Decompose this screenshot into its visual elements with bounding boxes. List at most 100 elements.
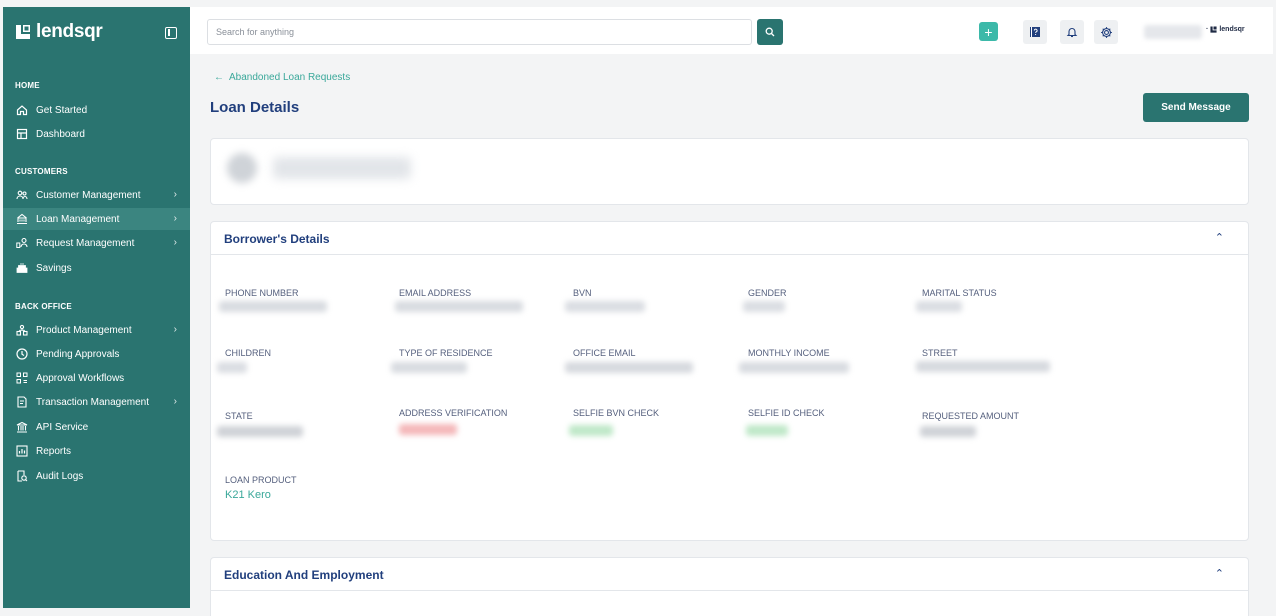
logo[interactable]: lendsqr <box>15 21 103 43</box>
sidebar-item-reports[interactable]: Reports <box>3 440 190 462</box>
field-address-verification: ADDRESS VERIFICATION <box>399 408 507 418</box>
field-label: PHONE NUMBER <box>225 288 299 298</box>
redacted-value <box>395 301 523 312</box>
sidebar-item-label: Product Management <box>36 324 132 336</box>
field-label: SELFIE BVN CHECK <box>573 408 660 418</box>
profile-name-redacted[interactable] <box>1144 25 1202 39</box>
sidebar-item-label: Savings <box>36 262 72 274</box>
user-summary-card <box>210 138 1249 205</box>
sidebar: lendsqr HOME Get Started Dashboard CUSTO… <box>3 7 190 608</box>
users-icon <box>16 189 28 201</box>
chevron-right-icon: › <box>173 189 177 200</box>
redacted-value <box>920 426 976 437</box>
sidebar-item-get-started[interactable]: Get Started <box>3 99 190 121</box>
chevron-right-icon: › <box>173 237 177 248</box>
dot-icon: · <box>1206 26 1209 33</box>
profile-brand[interactable]: · lendsqr <box>1206 26 1245 33</box>
clock-icon <box>16 348 28 360</box>
gear-icon <box>1100 26 1112 38</box>
field-label: CHILDREN <box>225 348 272 358</box>
sidebar-item-savings[interactable]: Savings <box>3 257 190 279</box>
audit-icon <box>16 470 28 482</box>
chevron-up-icon[interactable]: ⌃ <box>1215 231 1224 244</box>
redacted-value <box>565 362 693 373</box>
back-link[interactable]: ← Abandoned Loan Requests <box>214 72 350 83</box>
education-employment-card: Education And Employment ⌃ <box>210 557 1249 616</box>
field-label: LOAN PRODUCT <box>225 475 297 485</box>
field-email-address: EMAIL ADDRESS <box>399 288 471 298</box>
add-button[interactable]: + <box>979 22 998 41</box>
field-selfie-bvn-check: SELFIE BVN CHECK <box>573 408 659 418</box>
redacted-value <box>217 362 247 373</box>
field-label: GENDER <box>748 288 787 298</box>
loan-icon <box>16 213 28 225</box>
arrow-left-icon: ← <box>214 72 224 83</box>
sidebar-item-customer-management[interactable]: Customer Management › <box>3 184 190 206</box>
status-badge-redacted <box>569 425 613 436</box>
field-label: ADDRESS VERIFICATION <box>399 408 508 418</box>
borrower-details-card: Borrower's Details ⌃ PHONE NUMBER EMAIL … <box>210 221 1249 541</box>
status-badge-redacted <box>746 425 788 436</box>
chevron-up-icon[interactable]: ⌃ <box>1215 567 1224 580</box>
search-button[interactable] <box>757 19 783 45</box>
sidebar-item-api-service[interactable]: API Service <box>3 416 190 438</box>
sidebar-item-approval-workflows[interactable]: Approval Workflows <box>3 367 190 389</box>
sidebar-item-label: Customer Management <box>36 189 141 201</box>
sidebar-item-label: API Service <box>36 421 89 433</box>
redacted-value <box>391 362 467 373</box>
sidebar-item-product-management[interactable]: Product Management › <box>3 319 190 341</box>
settings-button[interactable] <box>1094 20 1118 44</box>
sidebar-item-request-management[interactable]: Request Management › <box>3 232 190 254</box>
field-phone-number: PHONE NUMBER <box>225 288 299 298</box>
chevron-right-icon: › <box>173 396 177 407</box>
chevron-right-icon: › <box>173 324 177 335</box>
bell-icon <box>1066 28 1078 38</box>
field-label: MONTHLY INCOME <box>748 348 830 358</box>
redacted-value <box>565 301 645 312</box>
field-label: STATE <box>225 411 253 421</box>
field-office-email: OFFICE EMAIL <box>573 348 636 358</box>
card-header[interactable]: Education And Employment ⌃ <box>211 558 1248 591</box>
help-button[interactable] <box>1023 20 1047 44</box>
lendsqr-logo-icon <box>16 25 30 39</box>
field-bvn: BVN <box>573 288 592 298</box>
field-selfie-id-check: SELFIE ID CHECK <box>748 408 825 418</box>
search-icon <box>765 27 775 37</box>
profile-brand-text: lendsqr <box>1219 26 1245 33</box>
workflow-icon <box>16 372 28 384</box>
field-type-of-residence: TYPE OF RESIDENCE <box>399 348 493 358</box>
savings-icon <box>16 262 28 274</box>
section-label-customers: CUSTOMERS <box>15 167 68 176</box>
sidebar-item-label: Pending Approvals <box>36 348 120 360</box>
send-message-button[interactable]: Send Message <box>1143 93 1249 122</box>
card-title: Education And Employment <box>224 568 384 582</box>
home-icon <box>16 104 28 116</box>
collapse-sidebar-icon[interactable] <box>165 27 177 39</box>
user-name-redacted <box>273 157 411 179</box>
sidebar-item-label: Get Started <box>36 104 88 116</box>
section-label-back-office: BACK OFFICE <box>15 302 72 311</box>
sidebar-item-dashboard[interactable]: Dashboard <box>3 123 190 145</box>
field-loan-product: LOAN PRODUCT K21 Kero <box>225 475 297 501</box>
field-label: MARITAL STATUS <box>922 288 997 298</box>
redacted-value <box>217 426 303 437</box>
status-badge-redacted <box>399 424 457 435</box>
sidebar-item-label: Dashboard <box>36 128 85 140</box>
help-icon <box>1030 27 1040 37</box>
loan-product-value: K21 Kero <box>225 489 271 501</box>
sidebar-item-pending-approvals[interactable]: Pending Approvals <box>3 343 190 365</box>
card-header[interactable]: Borrower's Details ⌃ <box>211 222 1248 255</box>
sidebar-item-audit-logs[interactable]: Audit Logs <box>3 465 190 487</box>
lendsqr-logo-icon <box>1210 26 1217 33</box>
product-icon <box>16 324 28 336</box>
field-requested-amount: REQUESTED AMOUNT <box>922 411 1019 421</box>
notifications-button[interactable] <box>1060 20 1084 44</box>
field-street: STREET <box>922 348 958 358</box>
redacted-value <box>743 301 785 312</box>
sidebar-item-transaction-management[interactable]: Transaction Management › <box>3 391 190 413</box>
field-label: OFFICE EMAIL <box>573 348 636 358</box>
card-title: Borrower's Details <box>224 232 330 246</box>
search-input[interactable]: Search for anything <box>207 19 752 45</box>
field-state: STATE <box>225 411 253 421</box>
sidebar-item-loan-management[interactable]: Loan Management › <box>3 208 190 230</box>
